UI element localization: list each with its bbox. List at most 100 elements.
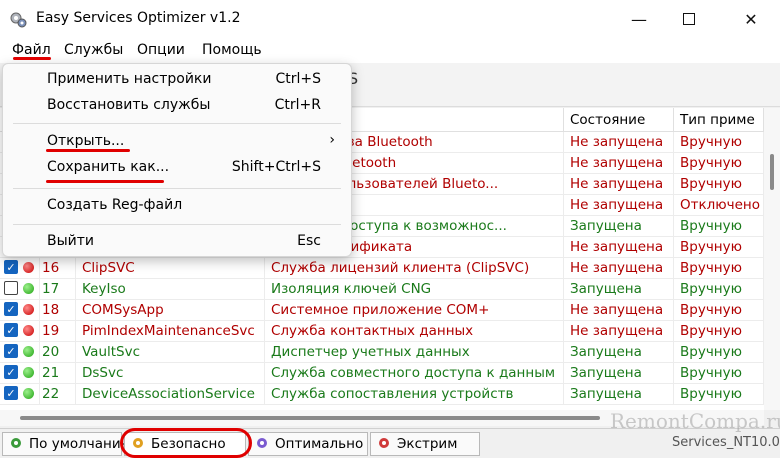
row-checkbox[interactable]: ✓ <box>4 386 18 400</box>
menu-item-create-reg[interactable]: Создать Reg-файл <box>3 192 351 220</box>
row-state: Не запущена <box>564 132 674 153</box>
row-number: 18 <box>36 300 76 321</box>
row-startup-type: Вручную <box>674 258 764 279</box>
maximize-button[interactable] <box>666 0 712 38</box>
row-state: Запущена <box>564 363 674 384</box>
vertical-scroll-thumb[interactable] <box>770 154 774 190</box>
row-service-name: KeyIso <box>76 279 265 300</box>
row-checkbox[interactable]: ✓ <box>4 365 18 379</box>
row-state: Запущена <box>564 342 674 363</box>
row-startup-type: Вручную <box>674 153 764 174</box>
row-startup-type: Вручную <box>674 174 764 195</box>
status-dot-icon <box>23 303 34 315</box>
menu-item-save-as-label: Сохранить как... <box>47 159 170 175</box>
annotation-underline-file <box>13 57 51 60</box>
maximize-icon <box>683 13 695 25</box>
menu-item-exit[interactable]: Выйти Esc <box>3 228 351 256</box>
menu-bar: Файл Службы Опции Помощь <box>0 38 780 63</box>
row-service-name: PimIndexMaintenanceSvc <box>76 321 265 342</box>
status-dot-icon <box>23 366 34 378</box>
menu-separator <box>13 188 341 189</box>
menu-help[interactable]: Помощь <box>202 42 262 58</box>
row-service-name: DsSvc <box>76 363 265 384</box>
horizontal-scroll-thumb[interactable] <box>20 416 600 420</box>
row-check-cell: ✓ <box>0 384 40 405</box>
row-startup-type: Вручную <box>674 216 764 237</box>
table-row[interactable]: ✓ 22 DeviceAssociationService Служба сопост… <box>0 384 764 405</box>
row-state: Не запущена <box>564 195 674 216</box>
row-display-name: Системное приложение COM+ <box>265 300 564 321</box>
annotation-oval-safe-tab <box>120 428 252 458</box>
tab-optimal[interactable]: Оптимально <box>248 432 368 456</box>
row-checkbox[interactable]: ✓ <box>4 323 18 337</box>
row-checkbox[interactable] <box>4 281 18 295</box>
menu-options[interactable]: Опции <box>137 42 185 58</box>
file-menu-dropdown: Применить настройки Ctrl+S Восстановить … <box>2 63 352 257</box>
minimize-button[interactable]: — <box>616 0 662 38</box>
row-state: Не запущена <box>564 321 674 342</box>
row-display-name: Служба сопоставления устройств <box>265 384 564 405</box>
table-row[interactable]: ✓ 20 VaultSvc Диспетчер учетных данных Запущ… <box>0 342 764 363</box>
row-service-name: ClipSVC <box>76 258 265 279</box>
row-startup-type: Вручную <box>674 279 764 300</box>
table-row[interactable]: ✓ 16 ClipSVC Служба лицензий клиента (ClipS… <box>0 258 764 279</box>
row-startup-type: Вручную <box>674 384 764 405</box>
row-display-name: Служба контактных данных <box>265 321 564 342</box>
menu-item-restore-label: Восстановить службы <box>47 97 211 113</box>
vertical-scrollbar[interactable] <box>764 108 780 410</box>
row-check-cell: ✓ <box>0 342 40 363</box>
menu-item-exit-label: Выйти <box>47 233 95 249</box>
status-dot-icon <box>23 387 34 399</box>
tab-default[interactable]: По умолчанию <box>2 432 132 456</box>
status-dot-icon <box>23 261 34 273</box>
row-state: Не запущена <box>564 300 674 321</box>
row-startup-type: Вручную <box>674 300 764 321</box>
menu-item-exit-shortcut: Esc <box>297 233 321 249</box>
gear-icon <box>379 438 389 448</box>
chevron-right-icon: › <box>329 132 335 148</box>
row-state: Не запущена <box>564 174 674 195</box>
tab-default-label: По умолчанию <box>29 436 132 452</box>
gear-icon <box>257 438 267 448</box>
menu-item-apply[interactable]: Применить настройки Ctrl+S <box>3 66 351 94</box>
status-dot-icon <box>23 282 34 294</box>
tab-extreme[interactable]: Экстрим <box>370 432 480 456</box>
close-button[interactable]: ✕ <box>728 0 774 38</box>
row-number: 17 <box>36 279 76 300</box>
row-number: 20 <box>36 342 76 363</box>
table-row[interactable]: ✓ 21 DsSvc Служба совместного доступа к дан… <box>0 363 764 384</box>
row-state: Не запущена <box>564 237 674 258</box>
row-state: Не запущена <box>564 258 674 279</box>
menu-services[interactable]: Службы <box>64 42 123 58</box>
row-startup-type: Отключено <box>674 195 764 216</box>
column-type[interactable]: Тип приме <box>674 108 764 132</box>
menu-item-restore-shortcut: Ctrl+R <box>274 97 321 113</box>
status-profile: Services_NT10.0 <box>672 435 780 450</box>
tab-extreme-label: Экстрим <box>397 436 458 452</box>
row-service-name: VaultSvc <box>76 342 265 363</box>
row-startup-type: Вручную <box>674 132 764 153</box>
row-checkbox[interactable]: ✓ <box>4 260 18 274</box>
table-row[interactable]: ✓ 19 PimIndexMaintenanceSvc Служба контактн… <box>0 321 764 342</box>
menu-item-save-as[interactable]: Сохранить как... Shift+Ctrl+S <box>3 154 351 182</box>
annotation-underline-save-as <box>46 180 164 183</box>
row-checkbox[interactable]: ✓ <box>4 344 18 358</box>
row-startup-type: Вручную <box>674 363 764 384</box>
menu-file[interactable]: Файл <box>12 42 51 58</box>
menu-item-apply-shortcut: Ctrl+S <box>275 71 321 87</box>
menu-separator <box>13 224 341 225</box>
table-row[interactable]: ✓ 18 COMSysApp Системное приложение COM+ Не … <box>0 300 764 321</box>
status-dot-icon <box>23 345 34 357</box>
menu-item-restore[interactable]: Восстановить службы Ctrl+R <box>3 92 351 120</box>
row-check-cell: ✓ <box>0 300 40 321</box>
row-checkbox[interactable]: ✓ <box>4 302 18 316</box>
table-row[interactable]: 17 KeyIso Изоляция ключей CNG Запущена Вручн… <box>0 279 764 300</box>
tab-optimal-label: Оптимально <box>275 436 364 452</box>
gears-icon <box>10 12 27 28</box>
row-display-name: Диспетчер учетных данных <box>265 342 564 363</box>
row-number: 16 <box>36 258 76 279</box>
column-state[interactable]: Состояние <box>564 108 674 132</box>
row-state: Запущена <box>564 384 674 405</box>
annotation-underline-open <box>46 149 130 152</box>
row-startup-type: Вручную <box>674 321 764 342</box>
